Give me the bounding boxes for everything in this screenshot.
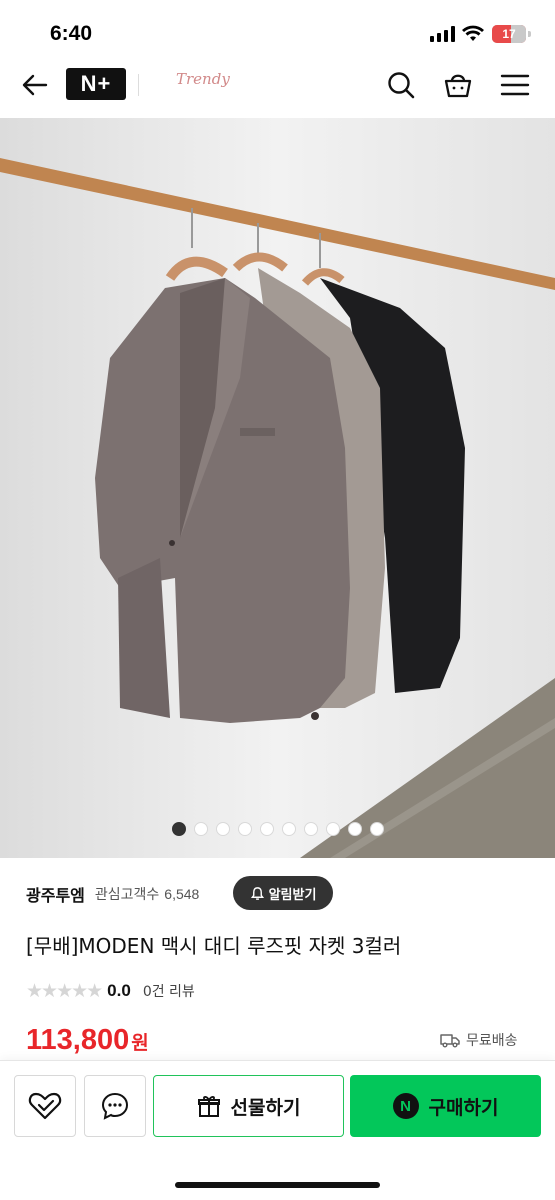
naver-pay-icon: N [392, 1093, 419, 1119]
pagination-dot[interactable] [259, 822, 274, 836]
notify-label: 알림받기 [268, 887, 317, 903]
top-nav: N+ Trendy [0, 60, 555, 118]
chat-bubble-icon [101, 1092, 129, 1120]
store-name[interactable]: 광주투엠 [26, 882, 85, 906]
review-count[interactable]: 0건 리뷰 [143, 981, 195, 1001]
bell-plus-icon [250, 886, 264, 900]
pagination-dot[interactable] [347, 822, 362, 836]
search-button[interactable] [384, 68, 418, 102]
naver-plus-logo[interactable]: N+ [66, 68, 126, 100]
nav-divider [138, 74, 139, 96]
pagination-dot[interactable] [325, 822, 340, 836]
wishlist-button[interactable] [14, 1075, 76, 1137]
shopping-basket-icon [444, 74, 472, 98]
brand-logo[interactable]: Trendy [176, 70, 230, 88]
menu-button[interactable] [498, 68, 532, 102]
back-button[interactable] [18, 68, 52, 102]
shipping-label: 무료배송 [466, 1033, 518, 1049]
pagination-dot[interactable] [303, 822, 318, 836]
rating-value: 0.0 [107, 981, 131, 1000]
buy-label: 구매하기 [428, 1096, 499, 1119]
price-unit: 원 [131, 1032, 149, 1054]
gift-button[interactable]: 선물하기 [153, 1075, 344, 1137]
pagination-dot[interactable] [281, 822, 296, 836]
rating-row[interactable]: ★★★★★ 0.0 0건 리뷰 [26, 978, 195, 1004]
cart-button[interactable] [441, 68, 475, 102]
wifi-icon [462, 25, 484, 41]
gift-icon [197, 1096, 220, 1117]
delivery-truck-icon [440, 1034, 460, 1048]
pagination-dot[interactable] [215, 822, 230, 836]
buy-button[interactable]: N 구매하기 [350, 1075, 541, 1137]
status-bar: 6:40 17 [0, 0, 555, 60]
shipping-info: 무료배송 [440, 1030, 518, 1050]
store-info: 광주투엠 관심고객수 6,548 [26, 876, 199, 912]
notify-button[interactable]: 알림받기 [233, 876, 333, 910]
heart-check-icon [28, 1092, 62, 1120]
product-title: [무배]MODEN 맥시 대디 루즈핏 자켓 3컬러 [26, 934, 402, 958]
hamburger-menu-icon [500, 74, 530, 96]
bottom-action-bar: 선물하기 N 구매하기 [0, 1060, 555, 1200]
talk-button[interactable] [84, 1075, 146, 1137]
search-icon [388, 72, 415, 99]
product-photo [0, 118, 555, 858]
battery-icon: 17 [492, 25, 526, 43]
battery-level: 17 [502, 27, 516, 41]
product-image-gallery[interactable] [0, 118, 555, 858]
follower-count: 6,548 [164, 886, 200, 902]
status-time: 6:40 [50, 22, 93, 45]
price: 113,800 [26, 1024, 130, 1056]
arrow-left-icon [22, 74, 48, 96]
follower-label: 관심고객수 [94, 887, 160, 903]
gift-label: 선물하기 [230, 1096, 301, 1119]
cellular-signal-icon [430, 26, 456, 42]
pagination-dot[interactable] [369, 822, 384, 836]
gallery-pagination [0, 822, 555, 836]
rating-stars: ★★★★★ [26, 980, 103, 1002]
pagination-dot[interactable] [237, 822, 252, 836]
price-row: 113,800 원 [26, 1024, 149, 1057]
pagination-dot[interactable] [171, 822, 186, 836]
pagination-dot[interactable] [193, 822, 208, 836]
home-indicator [175, 1182, 380, 1188]
